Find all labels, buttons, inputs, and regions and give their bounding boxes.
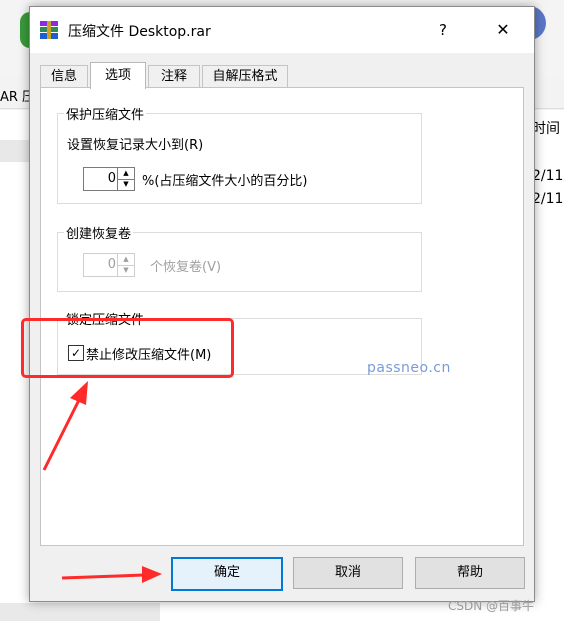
tab-options[interactable]: 选项 xyxy=(90,62,146,89)
csdn-watermark: CSDN @百事牛 xyxy=(448,599,535,613)
arrow-right-line xyxy=(61,573,145,580)
arrow-up-line xyxy=(42,397,82,471)
annotation-arrows xyxy=(42,381,162,583)
arrow-up-head xyxy=(70,381,88,405)
arrow-right-head xyxy=(142,566,162,583)
